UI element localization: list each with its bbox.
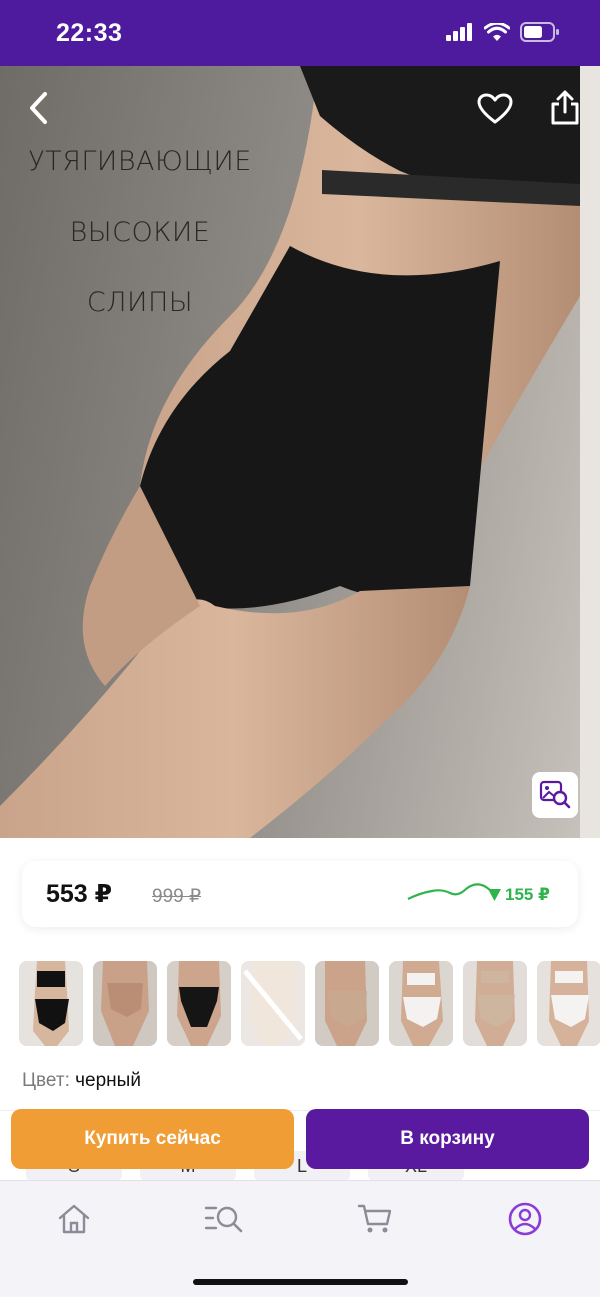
share-icon [551, 90, 579, 125]
thumbnail-image [463, 961, 527, 1046]
status-icons [446, 22, 560, 42]
thumbnail-image [389, 961, 453, 1046]
thumbnail[interactable] [241, 961, 305, 1046]
thumbnail-image [315, 961, 379, 1046]
battery-icon [520, 22, 559, 42]
buy-now-button[interactable]: Купить сейчас [11, 1109, 294, 1169]
thumbnail-image [537, 961, 600, 1046]
home-indicator [193, 1279, 408, 1285]
product-image[interactable]: УТЯГИВАЮЩИЕ ВЫСОКИЕ СЛИПЫ [0, 66, 600, 838]
catalog-search-icon [204, 1206, 243, 1233]
tab-home[interactable] [54, 1199, 94, 1239]
thumbnail[interactable] [389, 961, 453, 1046]
thumbnail[interactable] [463, 961, 527, 1046]
wifi-icon [484, 22, 510, 41]
favorite-button[interactable] [474, 88, 516, 130]
share-button[interactable] [544, 86, 586, 130]
chevron-left-icon [30, 92, 47, 124]
color-value: черный [75, 1070, 141, 1091]
color-label: Цвет: [22, 1070, 70, 1091]
product-page: 22:33 УТЯГИВАЮЩИЕ ВЫСОКИЕ СЛИПЫ 553 ₽ 99… [0, 0, 600, 1297]
thumbnail[interactable] [19, 961, 83, 1046]
thumbnail[interactable] [167, 961, 231, 1046]
color-row: Цвет: черный [22, 1070, 141, 1092]
thumbnail[interactable] [315, 961, 379, 1046]
home-icon [58, 1204, 90, 1234]
thumbnail-image [167, 961, 231, 1046]
status-bar: 22:33 [0, 0, 600, 66]
thumbnail-image [93, 961, 157, 1046]
variant-thumbnails [0, 961, 600, 1047]
thumbnail[interactable] [93, 961, 157, 1046]
tab-profile[interactable] [505, 1199, 545, 1239]
hero-text-line-2: ВЫСОКИЕ [69, 217, 211, 248]
visual-search-button[interactable] [532, 772, 578, 818]
status-time: 22:33 [56, 19, 123, 47]
image-search-icon [539, 780, 571, 809]
price-drop: 155 ₽ [488, 885, 550, 905]
thumbnail-image [19, 961, 83, 1046]
thumbnail[interactable] [537, 961, 600, 1046]
price-current: 553 ₽ [46, 880, 113, 908]
price-card[interactable]: 553 ₽ 999 ₽ 155 ₽ [22, 861, 578, 927]
arrow-down-icon [488, 889, 501, 901]
price-old: 999 ₽ [152, 886, 202, 907]
back-button[interactable] [18, 88, 58, 128]
signal-icon [446, 23, 472, 41]
price-trend-icon [407, 883, 496, 900]
tab-cart[interactable] [355, 1199, 395, 1239]
hero-text-line-3: СЛИПЫ [86, 287, 194, 318]
profile-icon [508, 1202, 542, 1236]
price-drop-value: 155 ₽ [505, 885, 550, 904]
product-photo [0, 66, 600, 838]
tab-catalog[interactable] [204, 1199, 244, 1239]
add-to-cart-button[interactable]: В корзину [306, 1109, 589, 1169]
heart-icon [477, 93, 513, 124]
cart-icon [357, 1204, 392, 1233]
hero-text-line-1: УТЯГИВАЮЩИЕ [28, 146, 252, 177]
thumbnail-image [241, 961, 305, 1046]
